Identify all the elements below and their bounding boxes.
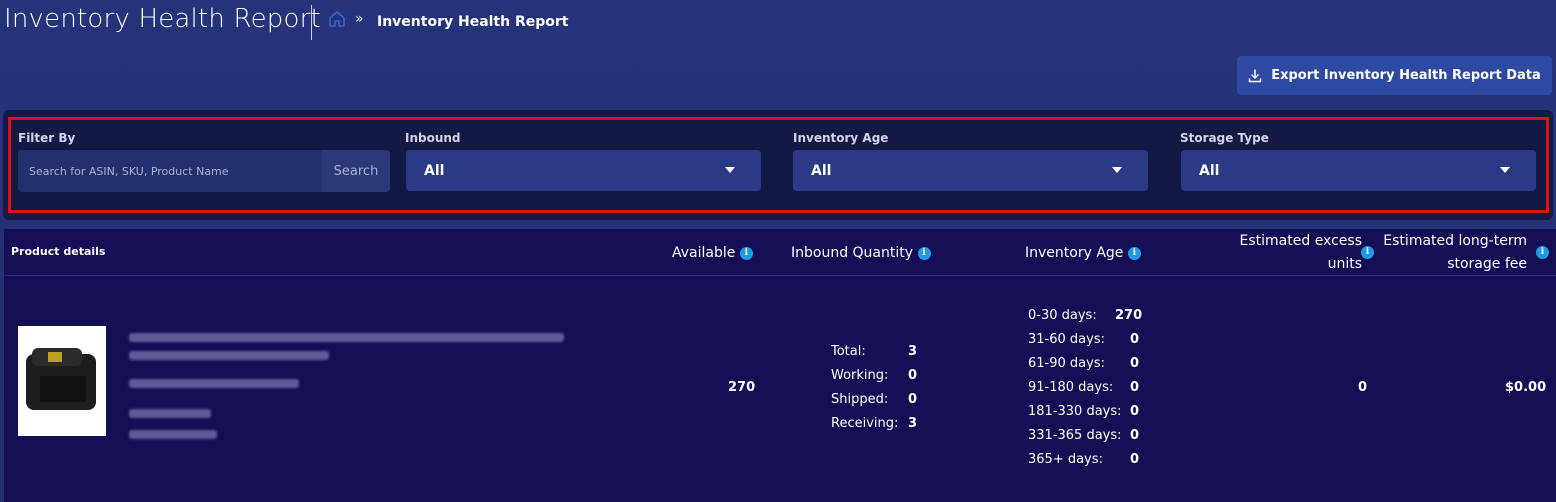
- filter-by-label: Filter By: [18, 131, 76, 145]
- age-value: 0: [1130, 428, 1140, 443]
- inbound-selected: All: [424, 162, 445, 179]
- age-value: 270: [1115, 308, 1143, 323]
- col-excess-line1: Estimated excess: [1239, 233, 1362, 249]
- age-value: 0: [1130, 404, 1140, 419]
- product-fnsku-redacted: [129, 430, 217, 439]
- inbound-total-value: 3: [908, 344, 918, 359]
- age-label: 61-90 days:: [1028, 356, 1105, 371]
- age-label: 31-60 days:: [1028, 332, 1105, 347]
- col-inbound-quantity[interactable]: Inbound Quantity i: [791, 245, 931, 261]
- inbound-shipped-value: 0: [908, 392, 918, 407]
- storage-type-dropdown[interactable]: All: [1181, 150, 1536, 191]
- export-report-button[interactable]: Export Inventory Health Report Data: [1237, 56, 1552, 95]
- storage-type-label: Storage Type: [1180, 131, 1269, 145]
- inventory-age-selected: All: [811, 162, 832, 179]
- info-icon[interactable]: i: [917, 246, 931, 260]
- inventory-table: Product details Available i Inbound Quan…: [4, 229, 1556, 502]
- age-value: 0: [1130, 356, 1140, 371]
- inbound-dropdown[interactable]: All: [406, 150, 761, 191]
- table-header: Product details Available i Inbound Quan…: [4, 229, 1556, 276]
- inventory-age-dropdown[interactable]: All: [793, 150, 1148, 191]
- product-sku-redacted: [129, 409, 211, 418]
- chevron-down-icon: [725, 167, 735, 173]
- inbound-working-label: Working:: [831, 368, 889, 383]
- inbound-label: Inbound: [405, 131, 461, 145]
- info-icon[interactable]: i: [739, 246, 753, 260]
- col-fee-line1: Estimated long-term: [1383, 233, 1527, 249]
- product-image[interactable]: [18, 326, 106, 436]
- info-icon[interactable]: i: [1536, 246, 1549, 259]
- product-asin-redacted: [129, 379, 299, 388]
- product-title-redacted: [129, 351, 329, 360]
- age-value: 0: [1130, 380, 1140, 395]
- search-input[interactable]: [18, 150, 322, 192]
- inbound-total-label: Total:: [831, 344, 866, 359]
- product-title-redacted: [129, 333, 564, 342]
- age-value: 0: [1130, 452, 1140, 467]
- inbound-working-value: 0: [908, 368, 918, 383]
- search-box: Search: [18, 150, 390, 192]
- breadcrumb-current: Inventory Health Report: [377, 14, 569, 30]
- inventory-age-label: Inventory Age: [793, 131, 889, 145]
- col-available[interactable]: Available i: [672, 245, 753, 261]
- home-icon[interactable]: [328, 10, 346, 28]
- age-label: 331-365 days:: [1028, 428, 1122, 443]
- chevron-down-icon: [1112, 167, 1122, 173]
- info-icon[interactable]: i: [1361, 246, 1374, 259]
- chevron-down-icon: [1500, 167, 1510, 173]
- storage-type-selected: All: [1199, 162, 1220, 179]
- age-value: 0: [1130, 332, 1140, 347]
- info-icon[interactable]: i: [1127, 246, 1141, 260]
- available-value: 270: [728, 380, 756, 395]
- age-label: 181-330 days:: [1028, 404, 1122, 419]
- search-button[interactable]: Search: [322, 150, 390, 192]
- page-title: Inventory Health Report: [4, 4, 321, 34]
- age-label: 91-180 days:: [1028, 380, 1114, 395]
- page-header: Inventory Health Report » Inventory Heal…: [0, 0, 1556, 44]
- excess-units-value: 0: [1358, 380, 1368, 395]
- export-button-label: Export Inventory Health Report Data: [1271, 68, 1541, 83]
- age-label: 365+ days:: [1028, 452, 1103, 467]
- breadcrumb-separator: »: [355, 11, 364, 27]
- inbound-receiving-label: Receiving:: [831, 416, 899, 431]
- col-excess-line2: units: [1327, 256, 1362, 272]
- col-product-details: Product details: [11, 245, 106, 258]
- inbound-receiving-value: 3: [908, 416, 918, 431]
- inbound-shipped-label: Shipped:: [831, 392, 889, 407]
- col-inventory-age[interactable]: Inventory Age i: [1025, 245, 1141, 261]
- age-label: 0-30 days:: [1028, 308, 1097, 323]
- title-divider: [311, 5, 312, 40]
- storage-fee-value: $0.00: [1505, 380, 1547, 395]
- download-icon: [1248, 68, 1262, 82]
- col-fee-line2: storage fee: [1447, 256, 1527, 272]
